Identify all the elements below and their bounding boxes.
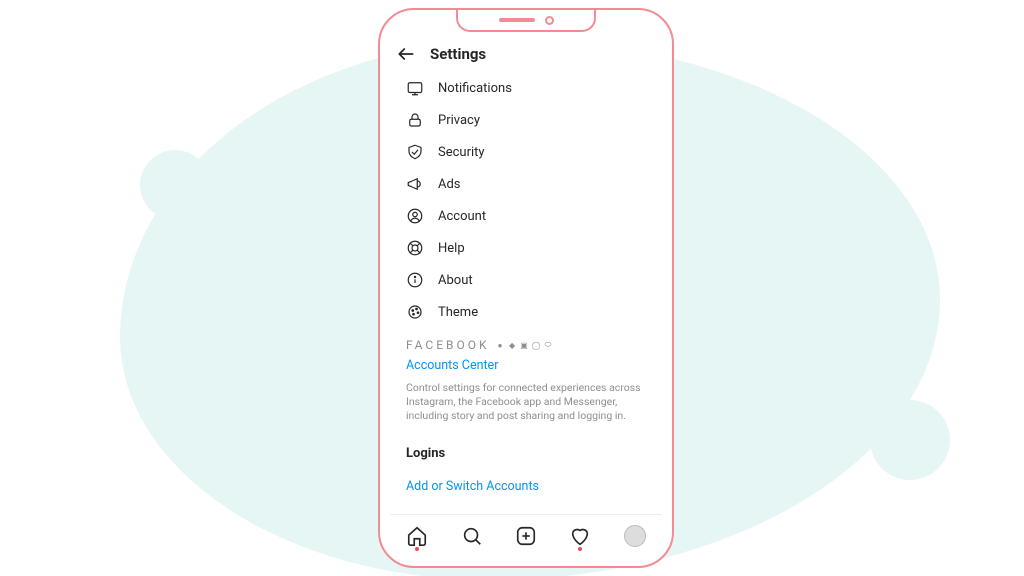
facebook-brand-text: FACEBOOK [406,338,490,352]
avatar-icon [624,525,646,547]
menu-item-label: Theme [438,305,478,320]
tab-home[interactable] [404,523,430,549]
logins-section-title: Logins [394,428,658,467]
whatsapp-icon: ◯ [532,341,541,350]
menu-item-security[interactable]: Security [394,136,658,168]
menu-item-about[interactable]: About [394,264,658,296]
menu-item-label: Ads [438,177,461,192]
menu-item-label: About [438,273,473,288]
menu-item-label: Account [438,209,486,224]
menu-item-label: Security [438,145,485,160]
instagram-icon: ▣ [520,341,529,350]
bottom-tab-bar [390,514,662,556]
menu-item-notifications[interactable]: Notifications [394,72,658,104]
phone-notch [456,10,596,32]
add-switch-accounts-link[interactable]: Add or Switch Accounts [406,473,646,500]
lock-icon [406,111,424,129]
notification-dot-icon [578,547,582,551]
notch-camera [545,16,554,25]
phone-frame: Settings Notifications Privacy [378,8,674,568]
phone-screen: Settings Notifications Privacy [390,38,662,556]
page-title: Settings [430,45,486,63]
facebook-section: FACEBOOK ● ◆ ▣ ◯ ⬭ Accounts Center Contr… [394,328,658,428]
tab-profile[interactable] [622,523,648,549]
notch-speaker [499,18,535,22]
menu-item-privacy[interactable]: Privacy [394,104,658,136]
shield-icon [406,143,424,161]
background-blob-small [870,400,950,480]
menu-item-account[interactable]: Account [394,200,658,232]
theme-icon [406,303,424,321]
account-icon [406,207,424,225]
help-icon [406,239,424,257]
accounts-center-link[interactable]: Accounts Center [406,352,646,379]
info-icon [406,271,424,289]
menu-item-theme[interactable]: Theme [394,296,658,328]
menu-item-help[interactable]: Help [394,232,658,264]
fb-icon: ● [496,341,505,350]
menu-item-label: Notifications [438,81,512,96]
menu-item-ads[interactable]: Ads [394,168,658,200]
menu-item-label: Privacy [438,113,480,128]
megaphone-icon [406,175,424,193]
settings-content: Notifications Privacy Security [390,72,662,514]
menu-item-label: Help [438,241,465,256]
background-blob-small [140,150,210,220]
notification-dot-icon [415,547,419,551]
messenger-icon: ◆ [508,341,517,350]
tab-create[interactable] [513,523,539,549]
tab-activity[interactable] [567,523,593,549]
oculus-icon: ⬭ [544,341,553,350]
facebook-brand: FACEBOOK ● ◆ ▣ ◯ ⬭ [406,338,646,352]
settings-header: Settings [390,38,662,72]
tab-search[interactable] [459,523,485,549]
notifications-icon [406,79,424,97]
accounts-center-description: Control settings for connected experienc… [406,379,646,424]
settings-menu: Notifications Privacy Security [394,72,658,328]
back-arrow-icon[interactable] [396,44,416,64]
facebook-product-icons: ● ◆ ▣ ◯ ⬭ [496,341,553,350]
